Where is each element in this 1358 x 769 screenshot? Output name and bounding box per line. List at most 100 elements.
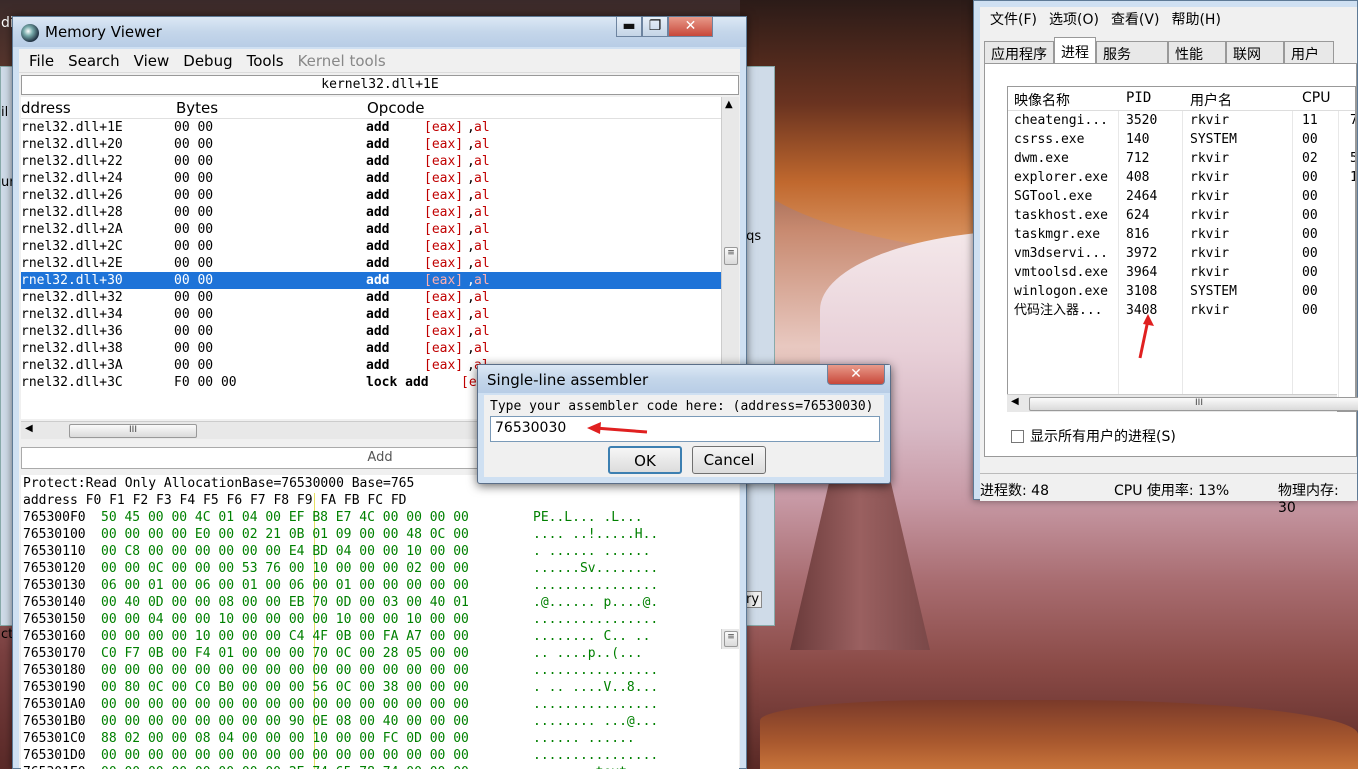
disasm-row[interactable]: rnel32.dll+1E 00 00 add [eax], al <box>21 119 721 136</box>
column-cpu[interactable]: CPU <box>1302 90 1330 106</box>
disasm-row[interactable]: rnel32.dll+20 00 00 add [eax], al <box>21 136 721 153</box>
hex-bytes[interactable]: 00 00 04 00 00 10 00 00 00 00 10 00 00 1… <box>101 611 469 628</box>
menu-file[interactable]: File <box>23 52 62 70</box>
hex-row[interactable]: 765300F0 50 45 00 00 4C 01 04 00 EF B8 E7… <box>21 509 739 526</box>
disasm-row[interactable]: rnel32.dll+2E 00 00 add [eax], al <box>21 255 721 272</box>
show-all-checkbox[interactable] <box>1011 429 1024 443</box>
hex-row[interactable]: 765301E0 00 00 00 00 00 00 00 00 2E 74 65… <box>21 764 739 769</box>
hex-bytes[interactable]: C0 F7 0B 00 F4 01 00 00 00 70 0C 00 28 0… <box>101 645 469 662</box>
disasm-row[interactable]: rnel32.dll+34 00 00 add [eax], al <box>21 306 721 323</box>
hex-row[interactable]: 765301B0 00 00 00 00 00 00 00 00 90 0E 08… <box>21 713 739 730</box>
hex-bytes[interactable]: 00 00 00 00 00 00 00 00 00 00 00 00 00 0… <box>101 696 469 713</box>
column-address[interactable]: ddress <box>21 99 71 117</box>
disasm-row[interactable]: rnel32.dll+2C 00 00 add [eax], al <box>21 238 721 255</box>
column-opcode[interactable]: Opcode <box>367 99 425 117</box>
process-row[interactable]: winlogon.exe 3108 SYSTEM 00 <box>1008 282 1355 301</box>
hex-bytes[interactable]: 00 C8 00 00 00 00 00 00 E4 BD 04 00 00 1… <box>101 543 469 560</box>
hex-row[interactable]: 76530170 C0 F7 0B 00 F4 01 00 00 00 70 0C… <box>21 645 739 662</box>
process-row[interactable]: taskhost.exe 624 rkvir 00 <box>1008 206 1355 225</box>
hex-ascii[interactable]: . ...... ...... <box>533 543 650 560</box>
process-list[interactable]: 映像名称 PID 用户名 CPU I cheatengi... 3520 rkvir… <box>1007 86 1356 412</box>
scroll-up-icon[interactable]: ▲ <box>725 99 733 110</box>
hex-ascii[interactable]: ................ <box>533 662 658 679</box>
hex-row[interactable]: 76530130 06 00 01 00 06 00 01 00 06 00 01… <box>21 577 739 594</box>
process-row[interactable]: SGTool.exe 2464 rkvir 00 <box>1008 187 1355 206</box>
hex-ascii[interactable]: ........ C.. .. <box>533 628 650 645</box>
process-row[interactable]: vm3dservi... 3972 rkvir 00 <box>1008 244 1355 263</box>
process-row[interactable]: csrss.exe 140 SYSTEM 00 <box>1008 130 1355 149</box>
menu-tools[interactable]: Tools <box>241 52 292 70</box>
tab-networking[interactable]: 联网 <box>1226 41 1284 63</box>
scroll-left-icon[interactable]: ◀ <box>25 423 33 434</box>
hex-row[interactable]: 76530100 00 00 00 00 E0 00 02 21 0B 01 09… <box>21 526 739 543</box>
hex-bytes[interactable]: 88 02 00 00 08 04 00 00 00 10 00 00 FC 0… <box>101 730 469 747</box>
hex-vscroll[interactable]: ≡ <box>721 629 739 649</box>
cancel-button[interactable]: Cancel <box>692 446 766 474</box>
tab-performance[interactable]: 性能 <box>1168 41 1226 63</box>
hex-row[interactable]: 76530150 00 00 04 00 00 10 00 00 00 00 10… <box>21 611 739 628</box>
hex-ascii[interactable]: ........ ...@... <box>533 713 658 730</box>
process-hscroll-thumb[interactable]: III <box>1029 397 1358 411</box>
hex-row[interactable]: 76530180 00 00 00 00 00 00 00 00 00 00 00… <box>21 662 739 679</box>
tm-menu-file[interactable]: 文件(F) <box>984 9 1043 29</box>
hex-row[interactable]: 76530140 00 40 0D 00 00 08 00 00 EB 70 0D… <box>21 594 739 611</box>
tm-menu-view[interactable]: 查看(V) <box>1105 9 1166 29</box>
single-line-assembler-dialog[interactable]: Single-line assembler ✕ Type your assemb… <box>477 364 891 484</box>
hex-ascii[interactable]: . .. ....V..8... <box>533 679 658 696</box>
disasm-row[interactable]: rnel32.dll+28 00 00 add [eax], al <box>21 204 721 221</box>
menu-search[interactable]: Search <box>62 52 128 70</box>
hex-ascii[interactable]: ......Sv........ <box>533 560 658 577</box>
hex-ascii[interactable]: ................ <box>533 747 658 764</box>
menu-debug[interactable]: Debug <box>177 52 240 70</box>
disasm-row[interactable]: rnel32.dll+38 00 00 add [eax], al <box>21 340 721 357</box>
tm-menu-help[interactable]: 帮助(H) <box>1165 9 1226 29</box>
hex-row[interactable]: 76530110 00 C8 00 00 00 00 00 00 E4 BD 04… <box>21 543 739 560</box>
hex-bytes[interactable]: 00 00 00 00 E0 00 02 21 0B 01 09 00 00 4… <box>101 526 469 543</box>
hex-bytes[interactable]: 00 00 00 00 10 00 00 00 C4 4F 0B 00 FA A… <box>101 628 469 645</box>
scroll-thumb[interactable]: ≡ <box>724 247 738 265</box>
menu-view[interactable]: View <box>128 52 178 70</box>
disasm-row[interactable]: rnel32.dll+36 00 00 add [eax], al <box>21 323 721 340</box>
column-username[interactable]: 用户名 <box>1190 90 1232 110</box>
process-row[interactable]: 代码注入器... 3408 rkvir 00 <box>1008 301 1355 320</box>
process-row[interactable]: dwm.exe 712 rkvir 02 5 <box>1008 149 1355 168</box>
ok-button[interactable]: OK <box>608 446 682 474</box>
hex-row[interactable]: 76530190 00 80 0C 00 C0 B0 00 00 00 56 0C… <box>21 679 739 696</box>
disasm-row[interactable]: rnel32.dll+22 00 00 add [eax], al <box>21 153 721 170</box>
column-image-name[interactable]: 映像名称 <box>1014 90 1070 110</box>
disasm-row[interactable]: rnel32.dll+30 00 00 add [eax], al <box>21 272 721 289</box>
close-button[interactable]: ✕ <box>668 17 713 37</box>
menu-kernel-tools[interactable]: Kernel tools <box>292 52 394 70</box>
hex-row[interactable]: 76530160 00 00 00 00 10 00 00 00 C4 4F 0B… <box>21 628 739 645</box>
hex-bytes[interactable]: 50 45 00 00 4C 01 04 00 EF B8 E7 4C 00 0… <box>101 509 469 526</box>
tab-processes[interactable]: 进程 <box>1054 37 1096 63</box>
process-hscroll[interactable]: ◀ III <box>1007 394 1358 412</box>
hex-ascii[interactable]: ........text... <box>533 764 650 769</box>
column-pid[interactable]: PID <box>1126 90 1151 106</box>
hex-ascii[interactable]: ................ <box>533 611 658 628</box>
hex-bytes[interactable]: 06 00 01 00 06 00 01 00 06 00 01 00 00 0… <box>101 577 469 594</box>
hex-ascii[interactable]: .@...... p....@. <box>533 594 658 611</box>
hex-bytes[interactable]: 00 40 0D 00 00 08 00 00 EB 70 0D 00 03 0… <box>101 594 469 611</box>
process-row[interactable]: explorer.exe 408 rkvir 00 1 <box>1008 168 1355 187</box>
hex-bytes[interactable]: 00 80 0C 00 C0 B0 00 00 00 56 0C 00 38 0… <box>101 679 469 696</box>
hex-bytes[interactable]: 00 00 00 00 00 00 00 00 90 0E 08 00 40 0… <box>101 713 469 730</box>
tab-services[interactable]: 服务 <box>1096 41 1168 63</box>
tm-menu-options[interactable]: 选项(O) <box>1043 9 1105 29</box>
hex-ascii[interactable]: .. ....p..(... <box>533 645 643 662</box>
process-row[interactable]: cheatengi... 3520 rkvir 11 7 <box>1008 111 1355 130</box>
scroll-left-icon[interactable]: ◀ <box>1011 396 1019 407</box>
disasm-row[interactable]: rnel32.dll+32 00 00 add [eax], al <box>21 289 721 306</box>
hex-ascii[interactable]: ...... ...... <box>533 730 635 747</box>
process-row[interactable]: taskmgr.exe 816 rkvir 00 <box>1008 225 1355 244</box>
minimize-button[interactable]: ▬ <box>616 17 642 37</box>
disasm-row[interactable]: rnel32.dll+2A 00 00 add [eax], al <box>21 221 721 238</box>
process-row[interactable]: vmtoolsd.exe 3964 rkvir 00 <box>1008 263 1355 282</box>
hex-bytes[interactable]: 00 00 00 00 00 00 00 00 00 00 00 00 00 0… <box>101 662 469 679</box>
hex-ascii[interactable]: ................ <box>533 577 658 594</box>
assembler-input[interactable]: 76530030 <box>490 416 880 442</box>
tab-applications[interactable]: 应用程序 <box>984 41 1054 63</box>
hex-row[interactable]: 765301C0 88 02 00 00 08 04 00 00 00 10 00… <box>21 730 739 747</box>
hex-row[interactable]: 76530120 00 00 0C 00 00 00 53 76 00 10 00… <box>21 560 739 577</box>
tab-users[interactable]: 用户 <box>1284 41 1334 63</box>
